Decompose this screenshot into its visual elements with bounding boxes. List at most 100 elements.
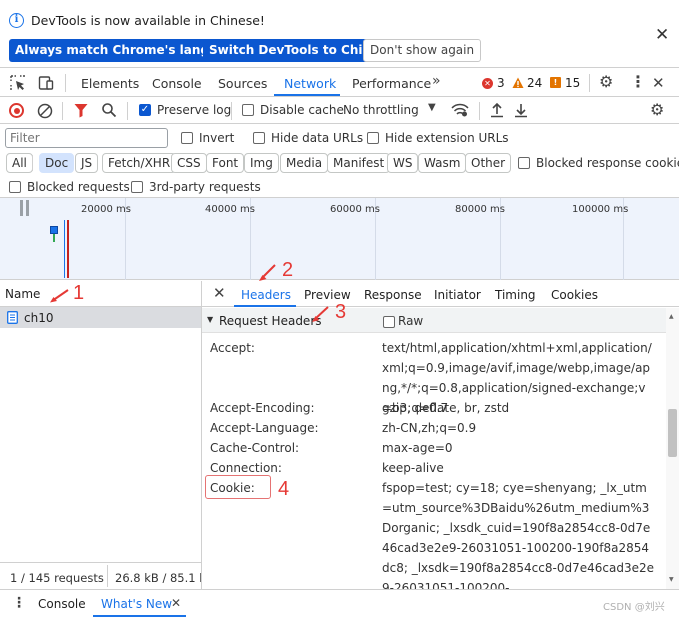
close-infobar-icon[interactable]: ✕ <box>655 25 669 45</box>
active-detail-tab-indicator <box>234 305 296 307</box>
raw-label: Raw <box>398 314 424 328</box>
more-tabs-icon[interactable]: » <box>432 73 441 89</box>
filter-funnel-icon[interactable] <box>74 103 88 118</box>
network-overview-timeline[interactable]: 20000 ms 40000 ms 60000 ms 80000 ms 1000… <box>0 198 679 280</box>
header-name-cache-control: Cache-Control: <box>210 441 300 455</box>
type-filter-other[interactable]: Other <box>465 153 512 173</box>
hide-data-urls-checkbox[interactable] <box>253 132 265 144</box>
request-status-bar: 1 / 145 requests 26.8 kB / 85.1 kB <box>0 562 201 589</box>
tab-sources[interactable]: Sources <box>218 76 267 91</box>
settings-gear-icon[interactable]: ⚙ <box>599 72 613 91</box>
toolbar-divider <box>231 102 232 120</box>
document-icon <box>7 311 18 324</box>
transfer-size: 26.8 kB / 85.1 kB <box>115 571 201 585</box>
invert-checkbox[interactable] <box>181 132 193 144</box>
tab-network[interactable]: Network <box>284 76 336 91</box>
scroll-down-icon[interactable]: ▼ <box>669 576 674 583</box>
collapse-triangle-icon[interactable]: ▼ <box>207 315 213 324</box>
tab-divider <box>589 74 590 92</box>
throttling-select[interactable]: No throttling <box>343 103 419 117</box>
header-value-connection: keep-alive <box>382 461 444 475</box>
network-settings-gear-icon[interactable]: ⚙ <box>650 100 664 119</box>
type-filter-img[interactable]: Img <box>244 153 279 173</box>
section-title: Request Headers <box>219 314 322 328</box>
annotation-number-1: 1 <box>73 282 85 304</box>
type-filter-fetch-xhr[interactable]: Fetch/XHR <box>102 153 177 173</box>
throttling-dropdown-icon[interactable]: ▼ <box>428 102 436 113</box>
blocked-response-cookies-label: Blocked response cookies <box>536 156 679 170</box>
disable-cache-checkbox[interactable] <box>242 104 254 116</box>
tab-console[interactable]: Console <box>152 76 202 91</box>
drawer-menu-icon[interactable]: ⋮ <box>12 595 26 611</box>
toolbar-divider <box>62 102 63 120</box>
type-filter-media[interactable]: Media <box>280 153 329 173</box>
clear-log-icon[interactable] <box>37 103 53 119</box>
timeline-handle-right[interactable] <box>26 200 29 216</box>
preserve-log-checkbox[interactable]: ✓ <box>139 104 151 116</box>
issues-count[interactable]: 15 <box>565 76 580 90</box>
header-value-accept-encoding: gzip, deflate, br, zstd <box>382 401 510 415</box>
type-filter-doc[interactable]: Doc <box>39 153 75 173</box>
type-filter-wasm[interactable]: Wasm <box>418 153 467 173</box>
type-filter-ws[interactable]: WS <box>387 153 419 173</box>
request-row-selected[interactable]: ch10 <box>0 307 201 328</box>
network-conditions-icon[interactable] <box>451 103 469 117</box>
blocked-response-cookies-checkbox[interactable] <box>518 157 530 169</box>
detail-tab-timing[interactable]: Timing <box>495 288 536 302</box>
warning-count[interactable]: 24 <box>527 76 542 90</box>
dont-show-again-button[interactable]: Don't show again <box>363 39 482 62</box>
scrollbar-thumb[interactable] <box>668 409 677 457</box>
filter-input[interactable] <box>5 128 168 148</box>
header-value-cache-control: max-age=0 <box>382 441 453 455</box>
close-devtools-icon[interactable]: ✕ <box>652 74 665 92</box>
tab-divider <box>65 74 66 92</box>
request-list: Name ch10 1 / 145 requests 26.8 kB / 85.… <box>0 281 202 589</box>
tab-elements[interactable]: Elements <box>81 76 139 91</box>
third-party-checkbox[interactable] <box>131 181 143 193</box>
detail-tab-initiator[interactable]: Initiator <box>434 288 481 302</box>
type-filter-manifest[interactable]: Manifest <box>327 153 391 173</box>
type-filter-css[interactable]: CSS <box>171 153 207 173</box>
hide-data-urls-label: Hide data URLs <box>271 131 364 145</box>
close-whats-new-icon[interactable]: ✕ <box>171 596 181 610</box>
timeline-request-bar <box>50 226 58 234</box>
header-name-accept: Accept: <box>210 341 255 355</box>
record-button-icon[interactable] <box>9 103 24 118</box>
name-column-header[interactable]: Name <box>0 281 201 307</box>
drawer-tab-whats-new[interactable]: What's New <box>101 597 172 611</box>
header-value-accept-language: zh-CN,zh;q=0.9 <box>382 421 477 435</box>
dom-content-loaded-marker <box>64 220 65 278</box>
blocked-requests-checkbox[interactable] <box>9 181 21 193</box>
detail-tab-response[interactable]: Response <box>364 288 422 302</box>
close-detail-icon[interactable]: ✕ <box>213 284 226 302</box>
hide-extension-urls-label: Hide extension URLs <box>385 131 509 145</box>
search-icon[interactable] <box>101 102 117 118</box>
headers-scrollbar[interactable]: ▲ ▼ <box>666 308 679 589</box>
device-toolbar-icon[interactable] <box>38 75 54 91</box>
issues-icon: ! <box>550 77 561 88</box>
toolbar-divider <box>127 102 128 120</box>
scroll-up-icon[interactable]: ▲ <box>669 313 674 320</box>
preserve-log-label: Preserve log <box>157 103 232 117</box>
devtools-tab-bar: Elements Console Sources Network Perform… <box>0 69 679 97</box>
raw-checkbox[interactable] <box>383 316 395 328</box>
error-count[interactable]: 3 <box>497 76 505 90</box>
request-headers-section-header[interactable]: ▼ Request Headers Raw <box>202 308 666 333</box>
drawer-tab-console[interactable]: Console <box>38 597 86 611</box>
detail-tab-headers[interactable]: Headers <box>241 288 291 302</box>
timeline-handle-left[interactable] <box>20 200 23 216</box>
more-options-icon[interactable]: ⋮ <box>630 72 646 91</box>
header-name-connection: Connection: <box>210 461 282 475</box>
type-filter-js[interactable]: JS <box>75 153 99 173</box>
export-har-icon[interactable] <box>514 102 528 118</box>
disable-cache-label: Disable cache <box>260 103 344 117</box>
type-filter-all[interactable]: All <box>6 153 33 173</box>
tab-performance[interactable]: Performance <box>352 76 431 91</box>
inspect-element-icon[interactable] <box>10 75 26 91</box>
detail-tab-cookies[interactable]: Cookies <box>551 288 598 302</box>
hide-extension-urls-checkbox[interactable] <box>367 132 379 144</box>
infobar-message: DevTools is now available in Chinese! <box>31 13 265 28</box>
type-filter-font[interactable]: Font <box>206 153 245 173</box>
import-har-icon[interactable] <box>490 102 504 118</box>
detail-tab-preview[interactable]: Preview <box>304 288 351 302</box>
